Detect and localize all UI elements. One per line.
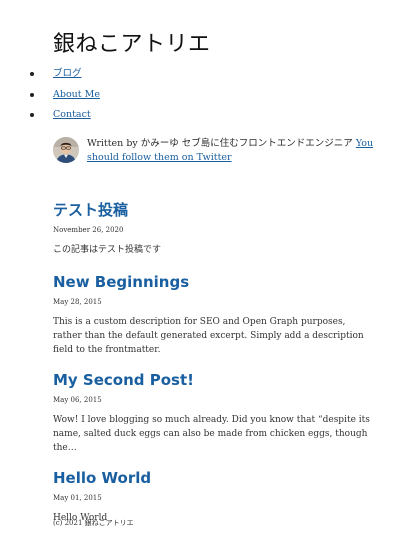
nav-item-contact: Contact [30, 107, 100, 128]
bio-description: Written by かみーゆ セブ島に住むフロントエンドエンジニア [87, 138, 353, 149]
post-title: Hello World [53, 467, 373, 489]
nav-item-blog: ブログ [30, 66, 100, 87]
nav-link-about[interactable]: About Me [53, 89, 100, 100]
post-excerpt: This is a custom description for SEO and… [53, 317, 364, 355]
nav-link-contact[interactable]: Contact [53, 109, 91, 120]
post-title-link[interactable]: テスト投稿 [53, 201, 128, 219]
post-excerpt: この記事はテスト投稿です [53, 245, 162, 255]
post-item: テスト投稿 November 26, 2020 この記事はテスト投稿です [53, 199, 373, 257]
post-item: My Second Post! May 06, 2015 Wow! I love… [53, 369, 373, 455]
post-item: New Beginnings May 28, 2015 This is a cu… [53, 271, 373, 357]
site-title[interactable]: 銀ねこアトリエ [53, 30, 211, 60]
bio-text: Written by かみーゆ セブ島に住むフロントエンドエンジニア You s… [87, 137, 377, 165]
nav-link-blog[interactable]: ブログ [53, 68, 82, 79]
post-item: Hello World May 01, 2015 Hello World [53, 467, 373, 525]
nav-item-about: About Me [30, 87, 100, 108]
post-title: New Beginnings [53, 271, 373, 293]
footer-copyright: (c) 2021 銀ねこアトリエ [53, 519, 134, 527]
post-title: テスト投稿 [53, 199, 373, 221]
post-title-link[interactable]: New Beginnings [53, 273, 189, 291]
post-date: May 06, 2015 [53, 396, 102, 404]
post-excerpt: Wow! I love blogging so much already. Di… [53, 415, 370, 453]
post-date: May 28, 2015 [53, 298, 102, 306]
nav-list: ブログ About Me Contact [30, 66, 100, 128]
post-date: May 01, 2015 [53, 494, 102, 502]
post-title: My Second Post! [53, 369, 373, 391]
post-title-link[interactable]: My Second Post! [53, 371, 194, 389]
avatar [53, 137, 79, 163]
post-title-link[interactable]: Hello World [53, 469, 151, 487]
avatar-image [53, 137, 79, 163]
post-list: テスト投稿 November 26, 2020 この記事はテスト投稿です New… [53, 199, 373, 525]
post-date: November 26, 2020 [53, 226, 124, 234]
